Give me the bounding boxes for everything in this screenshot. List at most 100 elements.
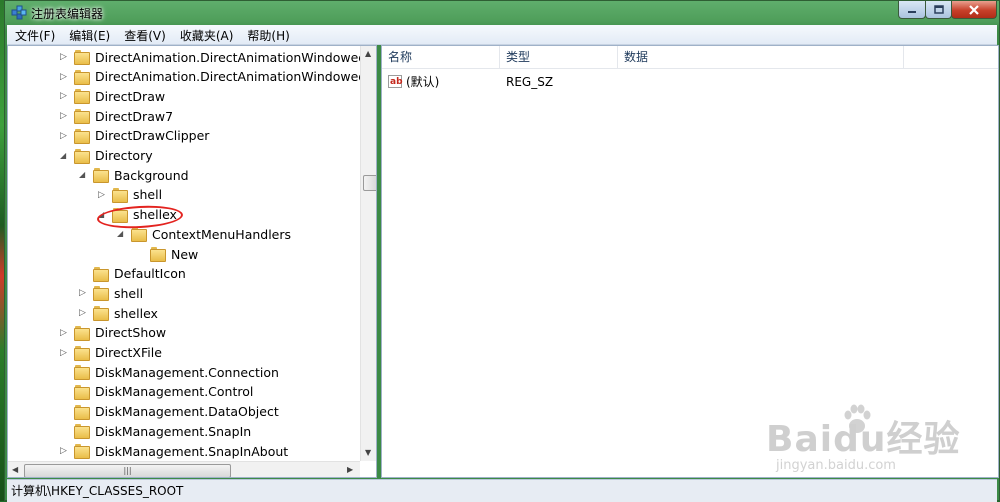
expand-arrow-icon[interactable]: ▷ <box>60 328 70 338</box>
close-button[interactable] <box>951 1 997 19</box>
folder-icon <box>74 444 90 459</box>
tree-vertical-scrollbar[interactable]: ▲ ▼ <box>360 46 376 461</box>
registry-tree[interactable]: ▷ DirectAnimation.DirectAnimationWindowed… <box>7 45 377 478</box>
expand-arrow-icon[interactable]: ▷ <box>60 111 70 121</box>
tree-item-label: DirectShow <box>95 325 167 341</box>
expand-arrow-icon[interactable]: ▷ <box>60 131 70 141</box>
folder-icon <box>74 148 90 164</box>
folder-icon <box>74 128 90 144</box>
tree-item[interactable]: ▷ DirectAnimation.DirectAnimationWindowed… <box>60 47 377 67</box>
tree-item[interactable]: ▷ shell <box>79 283 143 303</box>
tree-item[interactable]: DiskManagement.SnapIn <box>60 421 251 441</box>
watermark-logo-text: Baidu经验 <box>766 419 961 460</box>
expand-arrow-icon[interactable]: ▷ <box>60 91 70 101</box>
expand-arrow-icon[interactable]: ▷ <box>79 288 89 298</box>
folder-icon <box>93 306 109 322</box>
expand-arrow-icon[interactable]: ▷ <box>79 308 89 318</box>
menu-bar: 文件(F) 编辑(E) 查看(V) 收藏夹(A) 帮助(H) <box>7 25 997 45</box>
close-icon <box>969 4 979 15</box>
list-header: 名称 类型 数据 <box>382 46 998 69</box>
tree-item[interactable]: ▷ shellex <box>79 303 158 323</box>
expand-arrow-icon[interactable]: ▷ <box>60 72 70 82</box>
menu-help[interactable]: 帮助(H) <box>239 25 295 44</box>
collapse-arrow-icon[interactable]: ◢ <box>117 229 127 239</box>
scroll-left-icon[interactable]: ◀ <box>12 465 18 474</box>
column-name[interactable]: 名称 <box>382 46 500 68</box>
folder-icon <box>93 168 109 184</box>
folder-icon <box>131 227 147 243</box>
title-bar[interactable]: 注册表编辑器 <box>5 1 999 25</box>
tree-item-label: DirectAnimation.DirectAnimationWindowedI… <box>95 69 377 85</box>
string-value-icon: ab <box>388 75 403 88</box>
tree-item-label: Background <box>114 167 189 183</box>
tree-item[interactable]: ▷ DiskManagement.SnapInAbout <box>60 441 288 461</box>
tree-item[interactable]: ▷ DirectAnimation.DirectAnimationWindowed… <box>60 67 377 87</box>
minimize-button[interactable] <box>898 1 926 19</box>
collapse-arrow-icon[interactable]: ◢ <box>79 170 89 180</box>
values-list[interactable]: 名称 类型 数据 ab (默认) REG_SZ Baidu经验 jingyan.… <box>381 45 999 478</box>
folder-icon <box>74 424 90 440</box>
tree-item-label: DirectXFile <box>95 345 162 360</box>
tree-item[interactable]: ▷ DirectXFile <box>60 343 162 363</box>
menu-favorites[interactable]: 收藏夹(A) <box>172 25 240 44</box>
tree-item[interactable]: ▷ DirectDraw <box>60 86 165 106</box>
tree-horizontal-scroll-thumb[interactable]: ||| <box>24 464 231 477</box>
tree-vertical-scroll-thumb[interactable] <box>363 175 376 191</box>
tree-item[interactable]: ◢ Directory <box>60 146 153 166</box>
menu-file[interactable]: 文件(F) <box>7 25 61 44</box>
scroll-right-icon[interactable]: ▶ <box>347 465 353 474</box>
tree-item[interactable]: ▷ DirectDraw7 <box>60 106 173 126</box>
tree-item-label: shell <box>114 285 144 301</box>
expand-arrow-icon[interactable]: ▷ <box>60 446 70 456</box>
tree-item[interactable]: New <box>136 244 198 264</box>
tree-item-label: New <box>171 246 199 262</box>
expand-arrow-icon[interactable]: ▷ <box>60 52 70 62</box>
menu-edit[interactable]: 编辑(E) <box>61 25 116 44</box>
maximize-icon <box>933 5 944 14</box>
tree-item[interactable]: ▷ shell <box>98 185 162 205</box>
maximize-button[interactable] <box>925 1 952 19</box>
baidu-watermark: Baidu经验 jingyan.baidu.com <box>766 400 996 490</box>
registry-editor-icon <box>11 5 27 20</box>
collapse-arrow-icon[interactable]: ◢ <box>60 151 70 161</box>
tree-item[interactable]: DiskManagement.Connection <box>60 362 279 382</box>
tree-item-label: shellex <box>114 305 158 321</box>
tree-item[interactable]: DiskManagement.Control <box>60 382 253 402</box>
scroll-up-icon[interactable]: ▲ <box>365 49 371 58</box>
tree-item[interactable]: ▷ DirectDrawClipper <box>60 126 209 146</box>
tree-item-label: DirectAnimation.DirectAnimationWindowedI… <box>95 49 377 65</box>
list-row[interactable]: ab (默认) REG_SZ <box>382 72 998 92</box>
value-type: REG_SZ <box>506 75 554 89</box>
scroll-down-icon[interactable]: ▼ <box>365 448 371 457</box>
registry-editor-window: 注册表编辑器 文件(F) 编辑(E) 查看(V) 收藏夹(A) 帮助(H) ▷ D… <box>4 0 1000 502</box>
tree-item[interactable]: DefaultIcon <box>79 264 186 284</box>
tree-item[interactable]: ◢ Background <box>79 165 189 185</box>
menu-view[interactable]: 查看(V) <box>116 25 172 44</box>
folder-icon <box>74 89 90 105</box>
value-name: (默认) <box>406 75 440 89</box>
tree-item[interactable]: ▷ DirectShow <box>60 323 166 343</box>
tree-item-label: DiskManagement.Connection <box>95 364 279 380</box>
column-type[interactable]: 类型 <box>500 46 618 68</box>
column-data[interactable]: 数据 <box>618 46 904 68</box>
folder-icon <box>74 50 90 65</box>
expand-arrow-icon[interactable]: ▷ <box>98 190 108 200</box>
tree-item-label: DirectDraw <box>95 88 166 104</box>
paw-icon <box>844 404 871 433</box>
tree-item-label: shell <box>133 187 163 203</box>
folder-icon <box>74 69 90 85</box>
expand-arrow-icon[interactable]: ▷ <box>60 348 70 358</box>
tree-item-label: DiskManagement.SnapIn <box>95 423 252 439</box>
folder-icon <box>74 365 90 381</box>
folder-icon <box>74 109 90 125</box>
tree-horizontal-scrollbar[interactable]: ◀ ||| ▶ <box>8 461 360 477</box>
tree-item-label: Directory <box>95 148 153 163</box>
tree-item[interactable]: DiskManagement.DataObject <box>60 402 279 422</box>
folder-icon <box>74 345 90 361</box>
